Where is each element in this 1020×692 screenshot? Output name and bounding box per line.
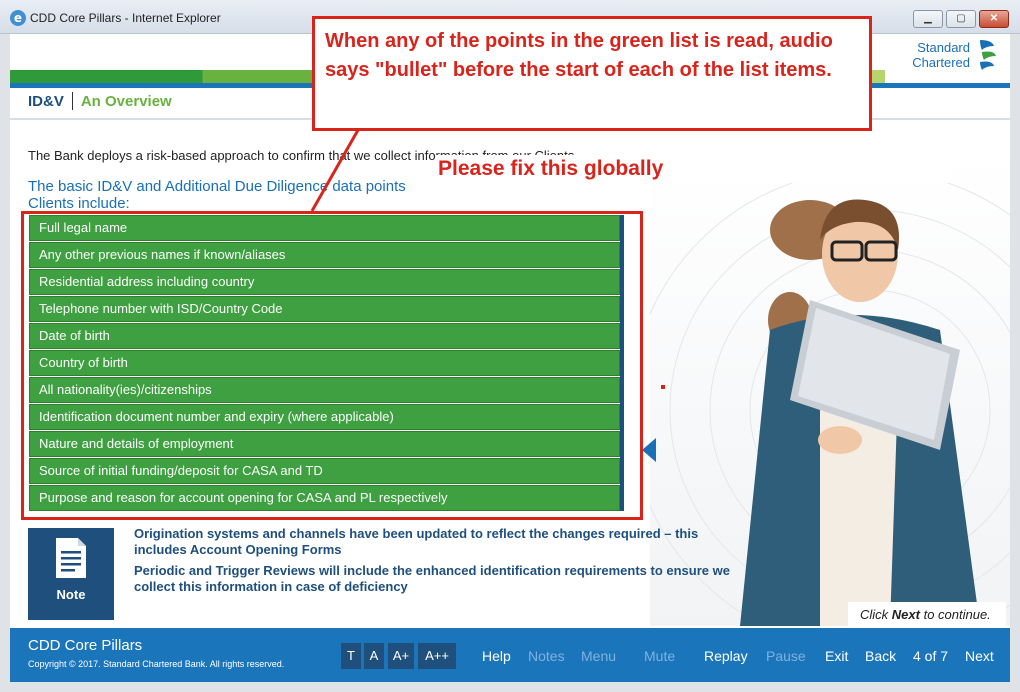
ie-icon: e (10, 10, 26, 26)
note-paragraph-1: Origination systems and channels have be… (134, 526, 699, 557)
logo-line-1: Standard (917, 40, 970, 55)
menu-button[interactable]: Menu (581, 648, 616, 664)
subheading-line-1: The basic ID&V and Additional Due Dilige… (28, 178, 406, 195)
text-size-a-button[interactable]: A (364, 643, 384, 669)
course-frame: Standard Chartered ID&V An Overview The … (10, 34, 1010, 682)
copyright-text: Copyright © 2017. Standard Chartered Ban… (28, 659, 285, 669)
annotation-callout: When any of the points in the green list… (312, 16, 872, 131)
logo-text: Standard Chartered (906, 40, 970, 70)
list-item: Purpose and reason for account opening f… (29, 485, 620, 511)
list-subheading: The basic ID&V and Additional Due Dilige… (28, 178, 406, 212)
mute-button[interactable]: Mute (644, 648, 675, 664)
pause-button[interactable]: Pause (766, 648, 806, 664)
replay-button[interactable]: Replay (704, 648, 748, 664)
note-label: Note (56, 587, 86, 602)
continue-suffix: to continue. (919, 607, 991, 622)
close-button[interactable]: ✕ (979, 10, 1009, 28)
breadcrumb-topic: An Overview (80, 92, 172, 110)
list-item: Any other previous names if known/aliase… (29, 242, 620, 268)
list-item: Nature and details of employment (29, 431, 620, 457)
list-item: Full legal name (29, 215, 620, 241)
player-footer: CDD Core Pillars Copyright © 2017. Stand… (10, 628, 1010, 682)
page-indicator: 4 of 7 (913, 648, 949, 664)
text-size-a-plus-button[interactable]: A+ (388, 643, 414, 669)
standard-chartered-logo: Standard Chartered (906, 38, 1006, 74)
note-paragraph-2: Periodic and Trigger Reviews will includ… (134, 563, 730, 594)
continue-prompt: Click Next to continue. (848, 602, 1006, 628)
exit-button[interactable]: Exit (825, 648, 848, 664)
breadcrumb: ID&V An Overview (28, 90, 172, 112)
breadcrumb-section: ID&V (28, 92, 64, 110)
next-button[interactable]: Next (965, 648, 994, 664)
note-panel: Note (28, 528, 114, 620)
text-size-t-button[interactable]: T (341, 643, 361, 669)
list-item: Residential address including country (29, 269, 620, 295)
continue-prefix: Click (860, 607, 892, 622)
data-points-list: Full legal name Any other previous names… (26, 212, 639, 518)
annotation-callout-text: When any of the points in the green list… (325, 30, 833, 81)
help-button[interactable]: Help (482, 648, 511, 664)
list-item: Source of initial funding/deposit for CA… (29, 458, 620, 484)
list-scrollbar[interactable] (620, 215, 624, 511)
subheading-line-2: Clients include: (28, 195, 130, 212)
breadcrumb-divider (71, 92, 73, 110)
text-size-a-plus-plus-button[interactable]: A++ (418, 643, 456, 669)
list-item: Country of birth (29, 350, 620, 376)
logo-line-2: Chartered (912, 55, 970, 70)
annotation-red-dot (661, 385, 665, 389)
notes-button[interactable]: Notes (528, 648, 565, 664)
list-item: All nationality(ies)/citizenships (29, 377, 620, 403)
logo-mark-icon (980, 40, 996, 70)
list-item: Identification document number and expir… (29, 404, 620, 430)
document-icon (56, 538, 86, 578)
continue-next-word: Next (891, 607, 920, 622)
window-title: CDD Core Pillars - Internet Explorer (30, 11, 221, 25)
expand-arrow-icon[interactable] (642, 438, 656, 462)
list-item: Date of birth (29, 323, 620, 349)
back-button[interactable]: Back (865, 648, 896, 664)
list-item: Telephone number with ISD/Country Code (29, 296, 620, 322)
annotation-fix-label: Please fix this globally (436, 155, 952, 183)
course-title: CDD Core Pillars (28, 637, 143, 654)
maximize-button[interactable]: ▢ (946, 10, 976, 28)
minimize-button[interactable]: ▁ (913, 10, 943, 28)
